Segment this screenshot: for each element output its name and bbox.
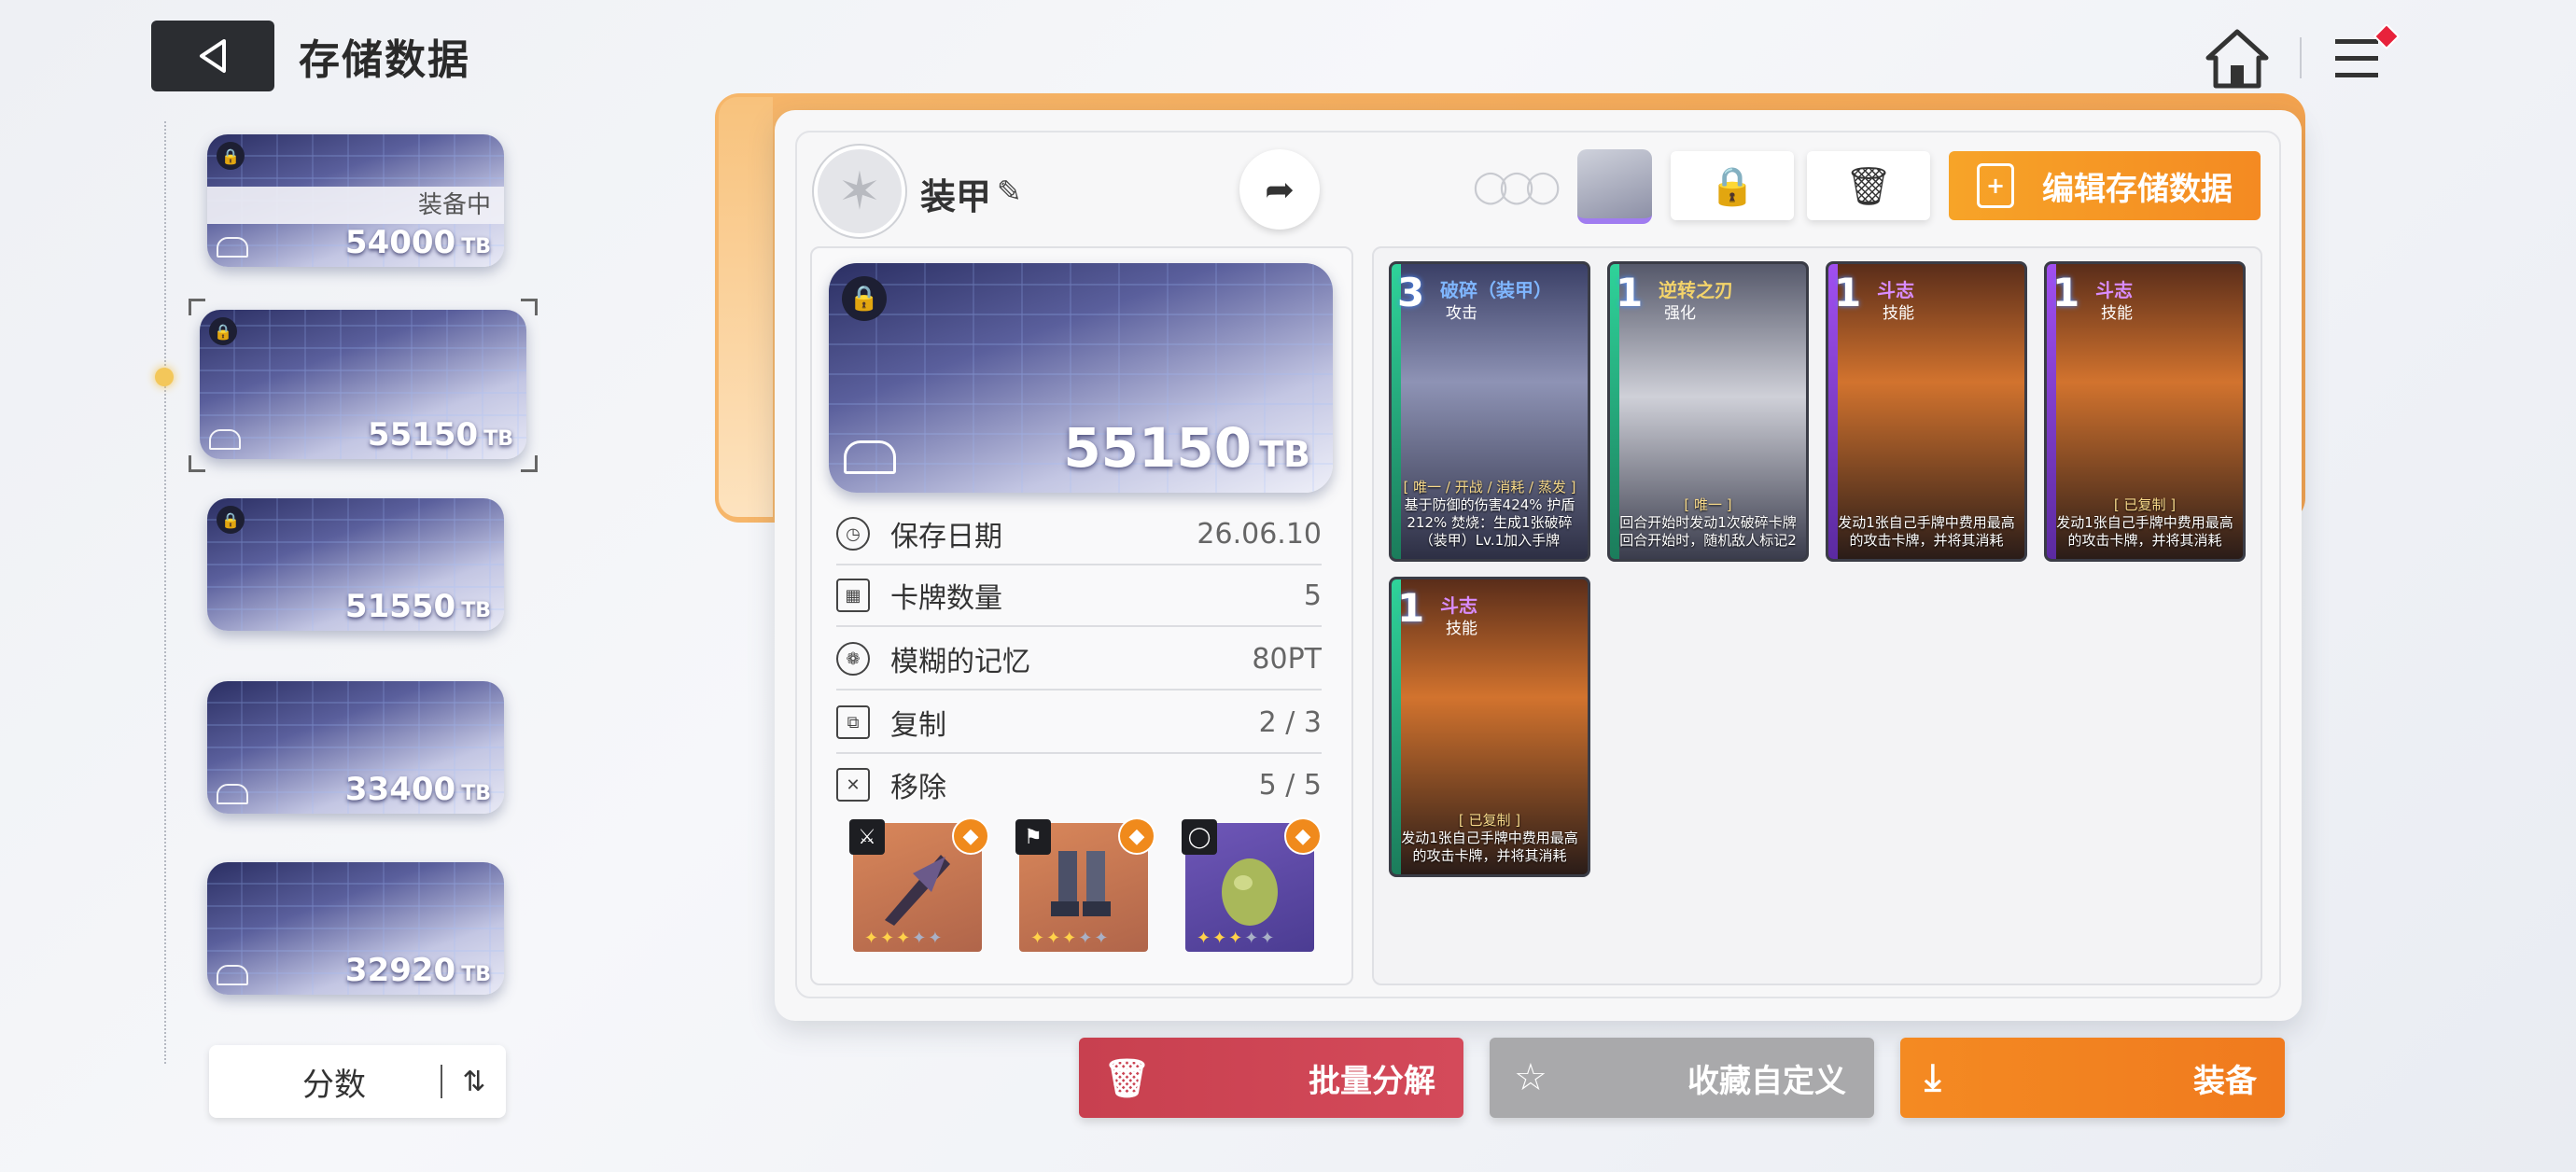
stat-card-count: ▦ 卡牌数量 5 <box>836 565 1322 627</box>
copy-icon: ⧉ <box>836 705 870 739</box>
selected-score: 55150 TB <box>1063 416 1310 480</box>
bulk-dismantle-button[interactable]: 🗑 批量分解 <box>1079 1038 1463 1118</box>
loadout-emblem: ✶ <box>814 146 905 237</box>
equipment-accessory[interactable]: ◯ ◆ ✦✦✦✦✦ <box>1182 817 1322 952</box>
saved-data-slot-1[interactable]: 🔒 装备中 54000 TB <box>207 134 504 267</box>
stat-save-date: ◷ 保存日期 26.06.10 <box>836 504 1322 565</box>
sort-label: 分数 <box>302 1066 366 1104</box>
slot-score: 54000 TB <box>344 224 491 261</box>
stat-copy: ⧉ 复制 2 / 3 <box>836 692 1322 754</box>
panel-side-strip <box>719 97 773 517</box>
weapon-art-icon <box>885 855 950 926</box>
trash-icon: 🗑 <box>1844 164 1893 208</box>
skill-type-label: 技能 <box>1446 620 1477 638</box>
lock-icon: 🔒 <box>842 276 887 321</box>
deck-card[interactable]: 1 斗志 技能 [ 已复制 ] 发动1张自己手牌中费用最高的攻击卡牌，并将其消耗 <box>2044 261 2246 562</box>
share-icon: ➦ <box>1265 169 1295 210</box>
skill-type-label: 技能 <box>1883 304 1914 323</box>
deck-card[interactable]: 1 斗志 技能 发动1张自己手牌中费用最高的攻击卡牌，并将其消耗 <box>1826 261 2027 562</box>
boots-art-icon <box>1051 851 1111 916</box>
lock-icon: 🔒 <box>217 142 245 170</box>
lock-button[interactable]: 🔒 <box>1671 151 1794 220</box>
skill-type-label: 技能 <box>2101 304 2133 323</box>
equip-button[interactable]: ⤓ 装备 <box>1900 1038 2285 1118</box>
edit-saved-data-button[interactable]: + 编辑存储数据 <box>1949 151 2261 220</box>
back-button[interactable] <box>151 21 274 91</box>
menu-button[interactable] <box>2331 22 2406 90</box>
egg-art-icon <box>1222 858 1278 926</box>
gate-icon <box>217 965 248 985</box>
loadout-name: 装甲 <box>920 176 992 217</box>
saved-data-slot-5[interactable]: 32920 TB <box>207 862 504 995</box>
slot-score: 33400 TB <box>344 771 491 808</box>
character-avatar[interactable] <box>1577 149 1652 224</box>
sort-order-icon: ⇅ <box>441 1065 506 1098</box>
lock-icon: 🔒 <box>209 317 237 345</box>
selection-indicator <box>155 368 174 386</box>
saved-data-slot-4[interactable]: 33400 TB <box>207 681 504 814</box>
rename-pencil-icon[interactable]: ✎ <box>997 174 1022 209</box>
clock-icon: ◷ <box>836 517 870 551</box>
home-button[interactable] <box>2205 26 2270 91</box>
rarity-stars: ✦✦✦✦✦ <box>864 928 945 948</box>
remove-card-icon: ✕ <box>836 768 870 802</box>
stat-remove: ✕ 移除 5 / 5 <box>836 754 1322 816</box>
trash-icon: 🗑 <box>1103 1056 1151 1100</box>
menu-icon <box>2335 22 2401 77</box>
saved-data-slot-3[interactable]: 🔒 51550 TB <box>207 498 504 631</box>
deck-card[interactable]: 1 逆转之刃 强化 [ 唯一 ] 回合开始时发动1次破碎卡牌 回合开始时，随机敌人… <box>1607 261 1809 562</box>
attack-type-label: 攻击 <box>1446 304 1477 323</box>
star-edit-icon: ☆ <box>1514 1056 1547 1099</box>
gate-icon <box>844 440 896 474</box>
card-edit-icon: + <box>1977 163 2014 208</box>
lock-icon: 🔒 <box>217 506 245 534</box>
equipment-weapon[interactable]: ⚔ ◆ ✦✦✦✦✦ <box>849 817 989 952</box>
download-icon: ⤓ <box>1925 1056 1941 1099</box>
rarity-stars: ✦✦✦✦✦ <box>1197 928 1277 948</box>
back-arrow-icon <box>200 39 226 73</box>
slot-score: 32920 TB <box>344 952 491 989</box>
gate-icon <box>217 237 248 258</box>
sort-button[interactable]: 分数 ⇅ <box>209 1045 506 1118</box>
lock-icon: 🔒 <box>1709 164 1756 208</box>
enhance-type-label: 强化 <box>1664 304 1696 323</box>
gate-icon <box>217 784 248 804</box>
slot-score: 51550 TB <box>344 588 491 625</box>
star-icon: ✶ <box>837 160 882 222</box>
slot-score: 55150 TB <box>367 416 513 453</box>
share-button[interactable]: ➦ <box>1239 149 1320 230</box>
saved-data-slot-2[interactable]: 🔒 55150 TB <box>200 310 526 459</box>
deck-card[interactable]: 1 斗志 技能 [ 已复制 ] 发动1张自己手牌中费用最高的攻击卡牌，并将其消耗 <box>1389 577 1590 877</box>
brain-icon: ❁ <box>836 642 870 676</box>
delete-button[interactable]: 🗑 <box>1807 151 1930 220</box>
equipment-armor[interactable]: ⚑ ◆ ✦✦✦✦✦ <box>1015 817 1155 952</box>
selected-data-card: 🔒 55150 TB <box>829 263 1333 493</box>
custom-collection-button[interactable]: ☆ 收藏自定义 <box>1490 1038 1874 1118</box>
page-title: 存储数据 <box>299 36 470 84</box>
top-divider <box>2300 37 2302 78</box>
equipped-label: 装备中 <box>207 187 504 224</box>
deck-card[interactable]: 3 破碎（装甲） 攻击 [ 唯一 / 开战 / 消耗 / 蒸发 ] 基于防御的伤害… <box>1389 261 1590 562</box>
stat-vague-memory: ❁ 模糊的记忆 80PT <box>836 629 1322 691</box>
rarity-stars: ✦✦✦✦✦ <box>1030 928 1111 948</box>
list-rail <box>164 121 166 1064</box>
rings-decoration-icon: ◯◯◯ <box>1473 168 1561 205</box>
home-icon <box>2205 29 2269 89</box>
card-icon: ▦ <box>836 579 870 612</box>
gate-icon <box>209 429 241 450</box>
